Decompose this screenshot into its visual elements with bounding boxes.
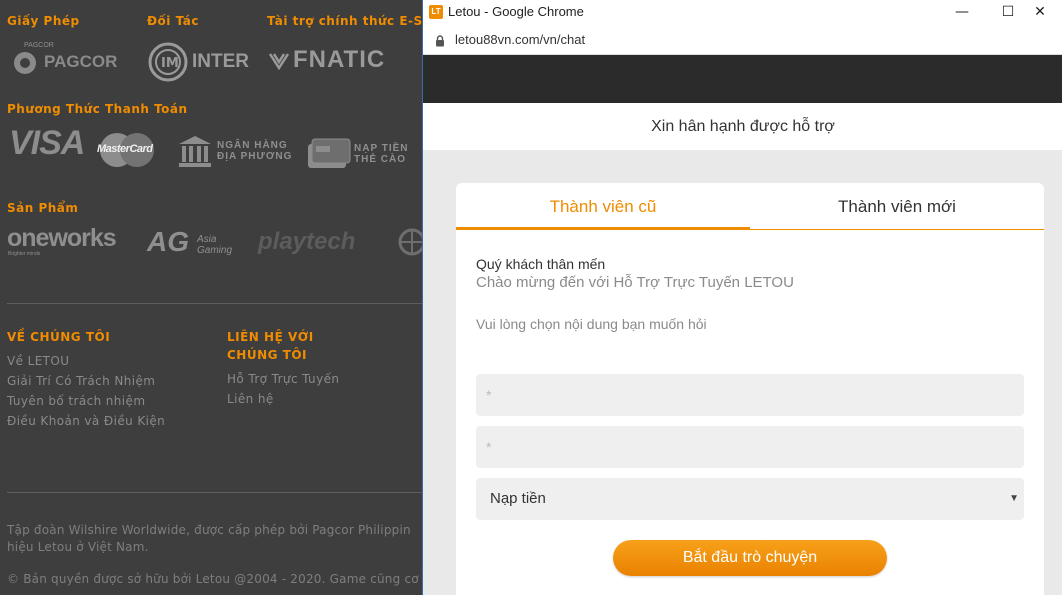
visa-logo: VISA [9,124,85,162]
about-link-letou[interactable]: Về LETOU [7,354,69,368]
pagcor-emblem-icon [14,52,36,74]
ag-text: AG [147,226,189,257]
about-link-responsible[interactable]: Giải Trí Có Trách Nhiệm [7,374,155,388]
about-link-disclaimer[interactable]: Tuyên bố trách nhiệm [7,394,145,408]
welcome-text: Chào mừng đến với Hỗ Trợ Trực Tuyến LETO… [476,274,794,291]
divider [7,303,422,304]
letou-favicon-icon: LT [429,5,443,19]
chat-popup-window: LT Letou - Google Chrome — ☐ ✕ letou88vn… [422,0,1062,595]
license-heading: Giấy Phép [7,14,80,28]
bank-text-line2: ĐỊA PHƯƠNG [217,151,293,162]
address-bar[interactable]: letou88vn.com/vn/chat [423,27,1062,55]
ag-line2: Gaming [197,245,233,256]
inter-emblem-icon: IM [148,42,188,82]
partner-heading: Đối Tác [147,14,199,28]
footer-copyright: © Bản quyền được sở hữu bởi Letou @2004 … [7,572,419,586]
greeting-text: Quý khách thân mến [476,256,606,272]
inter-text: INTER [192,51,249,72]
about-heading: VỀ CHÚNG TÔI [7,330,111,344]
footer-brand-text: hiệu Letou ở Việt Nam. [7,540,149,554]
products-heading: Sản Phẩm [7,201,79,215]
prompt-text: Vui lòng chọn nội dung bạn muốn hỏi [476,316,707,332]
topic-select-value: Nạp tiền [490,490,546,507]
name-field[interactable] [476,374,1024,416]
start-chat-button[interactable]: Bắt đầu trò chuyện [613,540,887,576]
payment-heading: Phương Thức Thanh Toán [7,102,188,116]
divider [7,492,422,493]
tab-existing-member[interactable]: Thành viên cũ [456,183,750,230]
minimize-button[interactable]: — [939,0,985,27]
url-text[interactable]: letou88vn.com/vn/chat [455,32,585,47]
playtech-logo: playtech [258,228,356,255]
mastercard-text: MasterCard [97,143,153,155]
globe-logo-icon [398,228,422,256]
chat-header-title: Xin hân hạnh được hỗ trợ [423,103,1062,150]
contact-heading-line1: LIÊN HỆ VỚI [227,330,314,344]
lock-icon [436,35,444,47]
fnatic-text: FNATIC [293,46,386,73]
fnatic-emblem-icon [268,53,290,71]
chevron-down-icon: ▼ [1009,493,1019,504]
about-link-terms[interactable]: Điều Khoản và Điều Kiện [7,414,165,428]
topic-select[interactable]: Nạp tiền ▼ [476,478,1024,520]
contact-link-contact[interactable]: Liên hệ [227,392,274,406]
oneworks-logo: oneworks [7,224,117,252]
background-page: Giấy Phép Đối Tác Tài trợ chính thức E-S… [0,0,422,595]
footer-company-text: Tập đoàn Wilshire Worldwide, được cấp ph… [7,523,411,537]
chat-form-card: Thành viên cũ Thành viên mới Quý khách t… [456,183,1044,595]
close-button[interactable]: ✕ [1017,0,1062,27]
card-text-line1: NẠP TIỀN [354,143,409,154]
contact-field[interactable] [476,426,1024,468]
window-title: Letou - Google Chrome [448,4,584,19]
contact-heading-line2: CHÚNG TÔI [227,348,308,362]
bank-building-icon [179,136,211,167]
bank-text-line1: NGÂN HÀNG [217,140,288,151]
sponsor-heading: Tài trợ chính thức E-Sp [267,14,422,28]
svg-text:IM: IM [161,56,179,71]
contact-link-support[interactable]: Hỗ Trợ Trực Tuyến [227,372,339,386]
ag-line1: Asia [197,234,217,245]
card-text-line2: THẺ CÀO [354,154,406,165]
window-titlebar[interactable]: LT Letou - Google Chrome — ☐ ✕ [423,0,1062,27]
card-icon [308,138,351,168]
chat-top-bar [423,55,1062,103]
oneworks-subtext: Brighter minds [8,251,41,257]
pagcor-text: PAGCOR [44,52,118,71]
tab-new-member[interactable]: Thành viên mới [750,183,1044,230]
